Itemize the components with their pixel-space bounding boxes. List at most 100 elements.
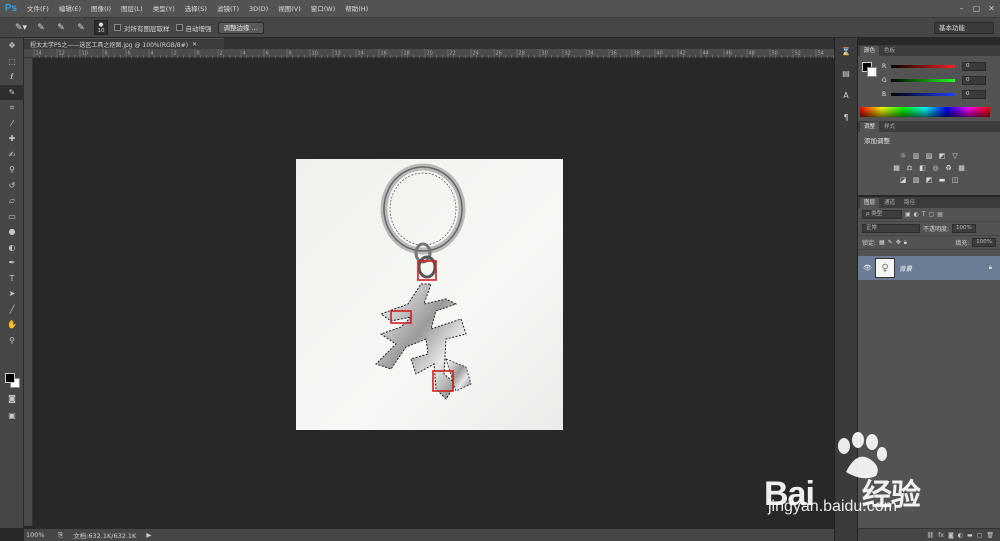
filter-smart-icon[interactable]: ▤ [937, 211, 943, 218]
paragraph-panel-icon[interactable]: ¶ [835, 108, 857, 126]
minimize-icon[interactable]: – [955, 2, 968, 14]
new-adjustment-icon[interactable]: ◐ [958, 532, 963, 539]
auto-enhance-checkbox[interactable]: 自动增强 [175, 23, 212, 33]
exposure-icon[interactable]: ◩ [937, 151, 947, 160]
crop-tool-icon[interactable]: ⌗ [0, 100, 24, 116]
blend-mode-select[interactable]: 正常 [862, 224, 920, 233]
levels-icon[interactable]: ▥ [911, 151, 921, 160]
color-lookup-icon[interactable]: ▦ [957, 163, 967, 172]
properties-panel-icon[interactable]: ▤ [835, 64, 857, 82]
foreground-color-swatch[interactable] [5, 373, 15, 383]
status-menu-arrow-icon[interactable]: ▶ [146, 531, 151, 539]
zoom-level[interactable]: 100% [26, 531, 48, 539]
quick-selection-tool-icon[interactable]: ✎ [0, 84, 24, 100]
brush-size-picker[interactable]: ● 10 [94, 20, 108, 35]
pen-tool-icon[interactable]: ✒ [0, 255, 24, 271]
new-selection-icon[interactable]: ✎ [34, 22, 48, 34]
opacity-input[interactable]: 100% [952, 224, 976, 233]
zoom-tool-icon[interactable]: ⚲ [0, 333, 24, 349]
black-white-icon[interactable]: ◧ [918, 163, 928, 172]
lasso-tool-icon[interactable]: ℓ [0, 69, 24, 85]
document-image[interactable] [296, 159, 563, 430]
brush-tool-icon[interactable]: ✍ [0, 147, 24, 163]
line-tool-icon[interactable]: ╱ [0, 302, 24, 318]
hand-tool-icon[interactable]: ✋ [0, 317, 24, 333]
add-to-selection-icon[interactable]: ✎ [54, 22, 68, 34]
maximize-icon[interactable]: ▢ [970, 2, 983, 14]
healing-brush-tool-icon[interactable]: ✚ [0, 131, 24, 147]
tab-swatches[interactable]: 色板 [880, 46, 899, 56]
eraser-tool-icon[interactable]: ▱ [0, 193, 24, 209]
tab-channels[interactable]: 通道 [880, 198, 899, 208]
menu-file[interactable]: 文件(F) [22, 0, 54, 18]
tab-layers[interactable]: 图层 [860, 198, 880, 208]
character-panel-icon[interactable]: A [835, 86, 857, 104]
move-tool-icon[interactable]: ✥ [0, 38, 24, 54]
filter-adjustment-icon[interactable]: ◐ [914, 211, 919, 218]
menu-3d[interactable]: 3D(D) [244, 0, 273, 18]
menu-image[interactable]: 图像(I) [86, 0, 116, 18]
path-selection-tool-icon[interactable]: ➤ [0, 286, 24, 302]
color-spectrum-bar[interactable] [860, 107, 990, 117]
refine-edge-button[interactable]: 调整边缘 ... [217, 21, 264, 34]
menu-view[interactable]: 视图(V) [273, 0, 306, 18]
history-brush-tool-icon[interactable]: ↺ [0, 178, 24, 194]
menu-layer[interactable]: 图层(L) [116, 0, 148, 18]
close-icon[interactable]: ✕ [985, 2, 998, 14]
layer-style-icon[interactable]: fx [938, 532, 944, 539]
channel-mixer-icon[interactable]: ♻ [944, 163, 954, 172]
delete-layer-icon[interactable]: 🗑︎ [986, 532, 994, 539]
new-layer-icon[interactable]: ▢ [977, 532, 983, 539]
close-tab-icon[interactable]: ✕ [192, 41, 197, 48]
layer-background[interactable]: 👁︎ ♀ 背景 🔒︎ [858, 256, 1000, 280]
tab-color[interactable]: 颜色 [860, 46, 880, 56]
fill-input[interactable]: 100% [972, 238, 996, 247]
menu-select[interactable]: 选择(S) [180, 0, 212, 18]
link-layers-icon[interactable]: ⛓ [927, 532, 935, 539]
lock-pixels-icon[interactable]: ✎ [888, 239, 893, 246]
gradient-map-icon[interactable]: ▬ [937, 175, 947, 184]
photo-filter-icon[interactable]: ◎ [931, 163, 941, 172]
menu-help[interactable]: 帮助(H) [340, 0, 373, 18]
eyedropper-tool-icon[interactable]: ⁄ [0, 116, 24, 132]
add-mask-icon[interactable]: ◙ [948, 532, 954, 539]
color-balance-icon[interactable]: ⚖ [905, 163, 915, 172]
invert-icon[interactable]: ◪ [898, 175, 908, 184]
lock-all-icon[interactable]: 🔒︎ [904, 239, 907, 247]
type-tool-icon[interactable]: T [0, 271, 24, 287]
canvas-area[interactable] [33, 58, 834, 526]
brightness-contrast-icon[interactable]: ☼ [898, 151, 908, 160]
filter-pixel-icon[interactable]: ▣ [905, 211, 911, 218]
subtract-from-selection-icon[interactable]: ✎ [74, 22, 88, 34]
history-panel-icon[interactable]: ⌛ [835, 42, 857, 60]
visibility-eye-icon[interactable]: 👁︎ [863, 264, 872, 272]
share-icon[interactable]: ⎘ [58, 531, 63, 540]
sample-all-layers-checkbox[interactable]: 对所有图层取样 [114, 23, 170, 33]
threshold-icon[interactable]: ◩ [924, 175, 934, 184]
red-value[interactable]: 0 [962, 61, 986, 71]
filter-shape-icon[interactable]: ▢ [929, 211, 935, 218]
quick-selection-preset-icon[interactable]: ✎▾ [14, 22, 28, 34]
blur-tool-icon[interactable]: ● [0, 224, 24, 240]
green-channel-slider[interactable]: G 0 [882, 75, 992, 85]
tab-adjustments[interactable]: 调整 [860, 122, 880, 132]
menu-type[interactable]: 类型(Y) [148, 0, 180, 18]
marquee-tool-icon[interactable]: ⬚ [0, 54, 24, 70]
document-tab[interactable]: 程太太学PS之——选区工具之抠图.jpg @ 100%(RGB/8#) ✕ [24, 38, 224, 49]
lock-position-icon[interactable]: ✥ [896, 239, 901, 246]
red-channel-slider[interactable]: R 0 [882, 61, 992, 71]
selective-color-icon[interactable]: ◫ [950, 175, 960, 184]
new-group-icon[interactable]: ▬ [967, 532, 973, 539]
hue-saturation-icon[interactable]: ▦ [892, 163, 902, 172]
dodge-tool-icon[interactable]: ◐ [0, 240, 24, 256]
layer-filter-type-select[interactable]: ρ 类型 [862, 210, 902, 219]
green-track[interactable] [891, 78, 955, 82]
screen-mode-icon[interactable]: ▣ [0, 408, 24, 424]
vibrance-icon[interactable]: ▽ [950, 151, 960, 160]
clone-stamp-tool-icon[interactable]: ⚲ [0, 162, 24, 178]
blue-value[interactable]: 0 [962, 89, 986, 99]
menu-edit[interactable]: 编辑(E) [54, 0, 86, 18]
curves-icon[interactable]: ▨ [924, 151, 934, 160]
green-value[interactable]: 0 [962, 75, 986, 85]
tab-paths[interactable]: 路径 [900, 198, 919, 208]
